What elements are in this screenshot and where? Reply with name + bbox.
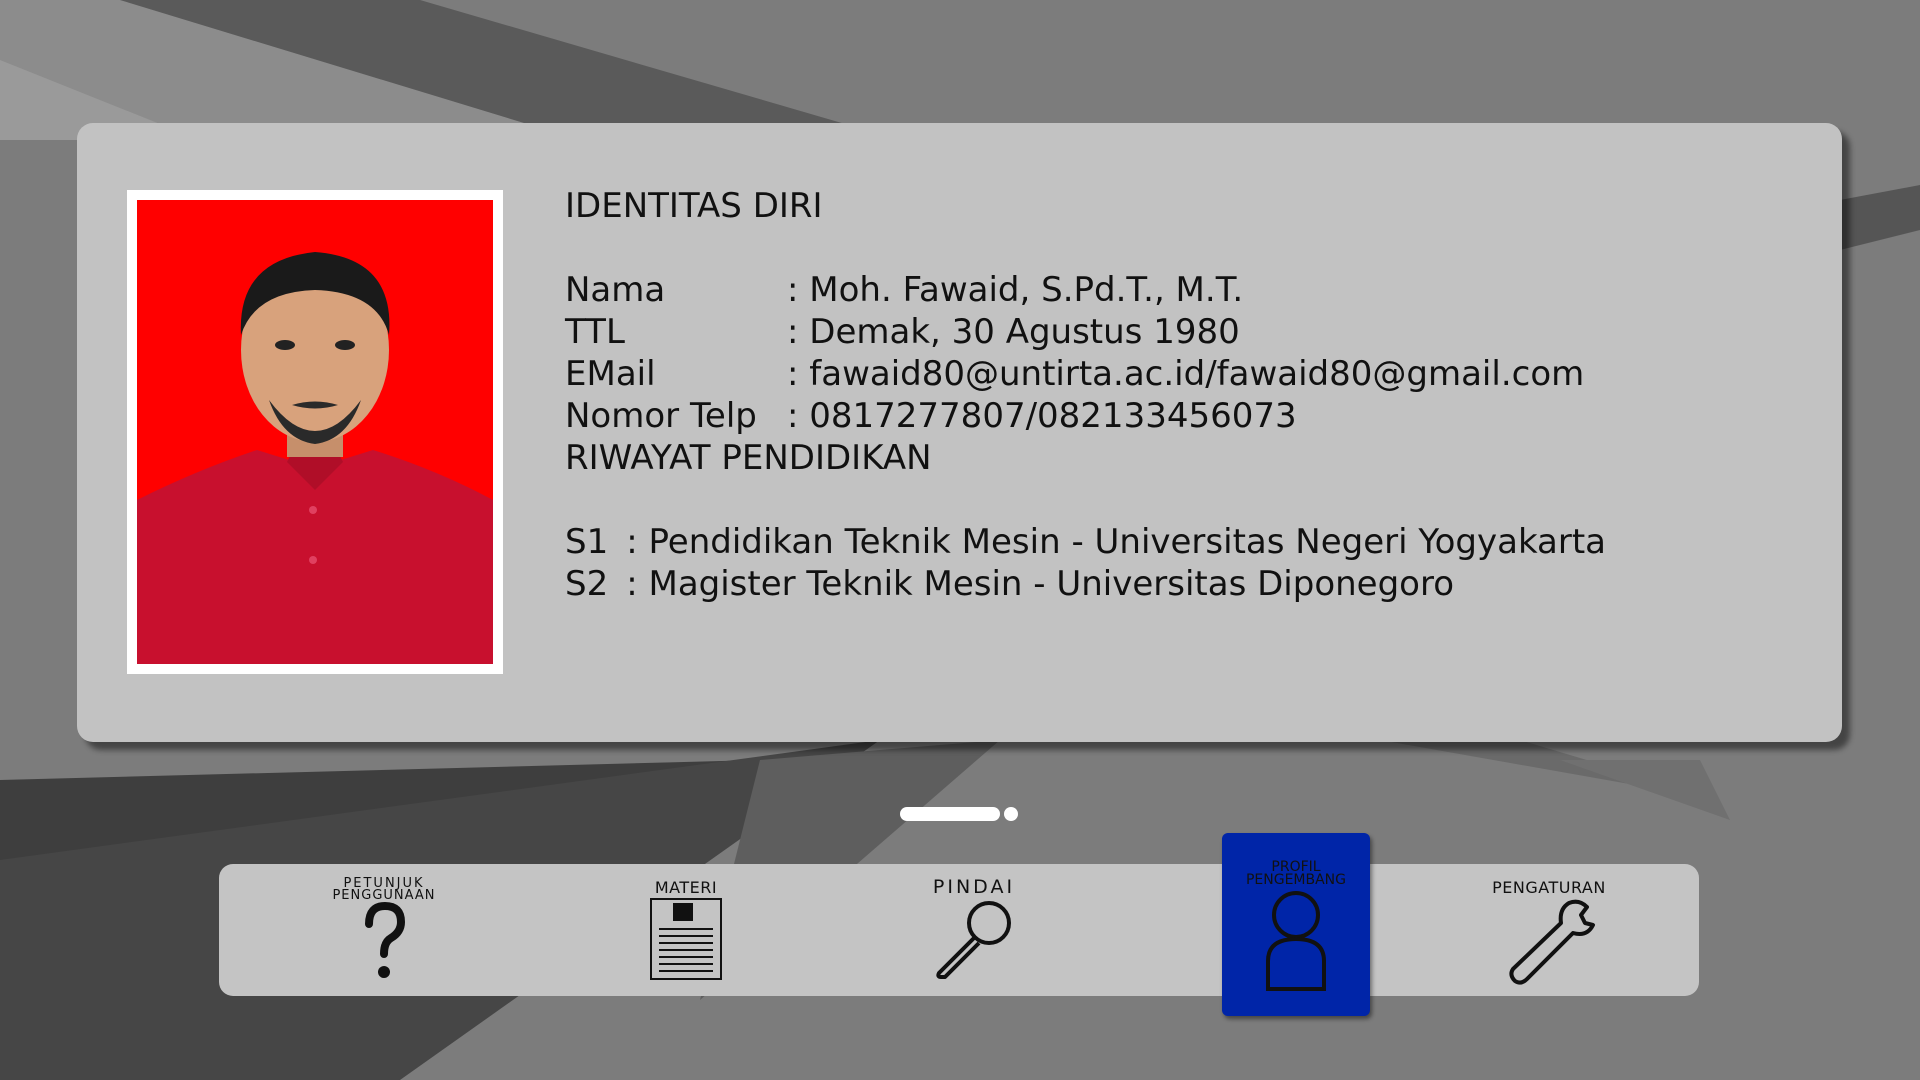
page-indicator-dot[interactable]: [1004, 807, 1018, 821]
field-phone: Nomor Telp : 0817277807/082133456073: [565, 395, 1606, 437]
nav-materi[interactable]: MATERI: [611, 864, 761, 996]
profile-info: IDENTITAS DIRI Nama : Moh. Fawaid, S.Pd.…: [565, 185, 1606, 605]
field-value: : 0817277807/082133456073: [787, 396, 1297, 436]
nav-pengaturan[interactable]: PENGATURAN: [1474, 864, 1624, 996]
nav-label: PETUNJUK PENGGUNAAN: [332, 877, 436, 903]
education-level: S2: [565, 564, 609, 604]
magnifier-icon: [929, 897, 1019, 981]
identity-heading: IDENTITAS DIRI: [565, 186, 823, 226]
nav-label: PINDAI: [932, 876, 1016, 898]
person-icon: [1264, 889, 1328, 993]
nav-label: PENGATURAN: [1492, 878, 1606, 897]
document-icon: [649, 897, 723, 981]
field-label: Nama: [565, 270, 666, 310]
education-heading: RIWAYAT PENDIDIKAN: [565, 438, 932, 478]
nav-label-line2: PENGEMBANG: [1245, 872, 1347, 888]
education-value: : Magister Teknik Mesin - Universitas Di…: [626, 564, 1455, 604]
field-label: TTL: [565, 312, 625, 352]
nav-petunjuk-penggunaan[interactable]: PETUNJUK PENGGUNAAN: [309, 864, 459, 996]
field-label: EMail: [565, 354, 656, 394]
field-name: Nama : Moh. Fawaid, S.Pd.T., M.T.: [565, 269, 1606, 311]
field-value: : fawaid80@untirta.ac.id/fawaid80@gmail.…: [787, 354, 1585, 394]
education-level: S1: [565, 522, 609, 562]
field-birth: TTL : Demak, 30 Agustus 1980: [565, 311, 1606, 353]
education-item: S2 : Magister Teknik Mesin - Universitas…: [565, 563, 1606, 605]
page-indicator-current[interactable]: [900, 807, 1000, 821]
profile-photo: [137, 200, 493, 664]
field-value: : Demak, 30 Agustus 1980: [787, 312, 1240, 352]
nav-label: MATERI: [654, 878, 718, 897]
identity-fields: Nama : Moh. Fawaid, S.Pd.T., M.T. TTL : …: [565, 269, 1606, 437]
field-email: EMail : fawaid80@untirta.ac.id/fawaid80@…: [565, 353, 1606, 395]
education-list: S1 : Pendidikan Teknik Mesin - Universit…: [565, 521, 1606, 605]
nav-label: PROFIL PENGEMBANG: [1245, 860, 1347, 888]
wrench-icon: [1501, 897, 1597, 985]
bottom-navbar: PETUNJUK PENGGUNAAN MATERI PINDAI PENGAT…: [219, 864, 1699, 996]
field-value: : Moh. Fawaid, S.Pd.T., M.T.: [787, 270, 1244, 310]
education-item: S1 : Pendidikan Teknik Mesin - Universit…: [565, 521, 1606, 563]
field-label: Nomor Telp: [565, 396, 757, 436]
question-icon: [359, 902, 409, 982]
education-value: : Pendidikan Teknik Mesin - Universitas …: [626, 522, 1607, 562]
nav-pindai[interactable]: PINDAI: [899, 864, 1049, 996]
photo-frame: [127, 190, 503, 674]
nav-label-line2: PENGGUNAAN: [332, 888, 436, 903]
profile-card: IDENTITAS DIRI Nama : Moh. Fawaid, S.Pd.…: [77, 123, 1842, 742]
nav-profil-pengembang[interactable]: PROFIL PENGEMBANG: [1222, 833, 1370, 1016]
